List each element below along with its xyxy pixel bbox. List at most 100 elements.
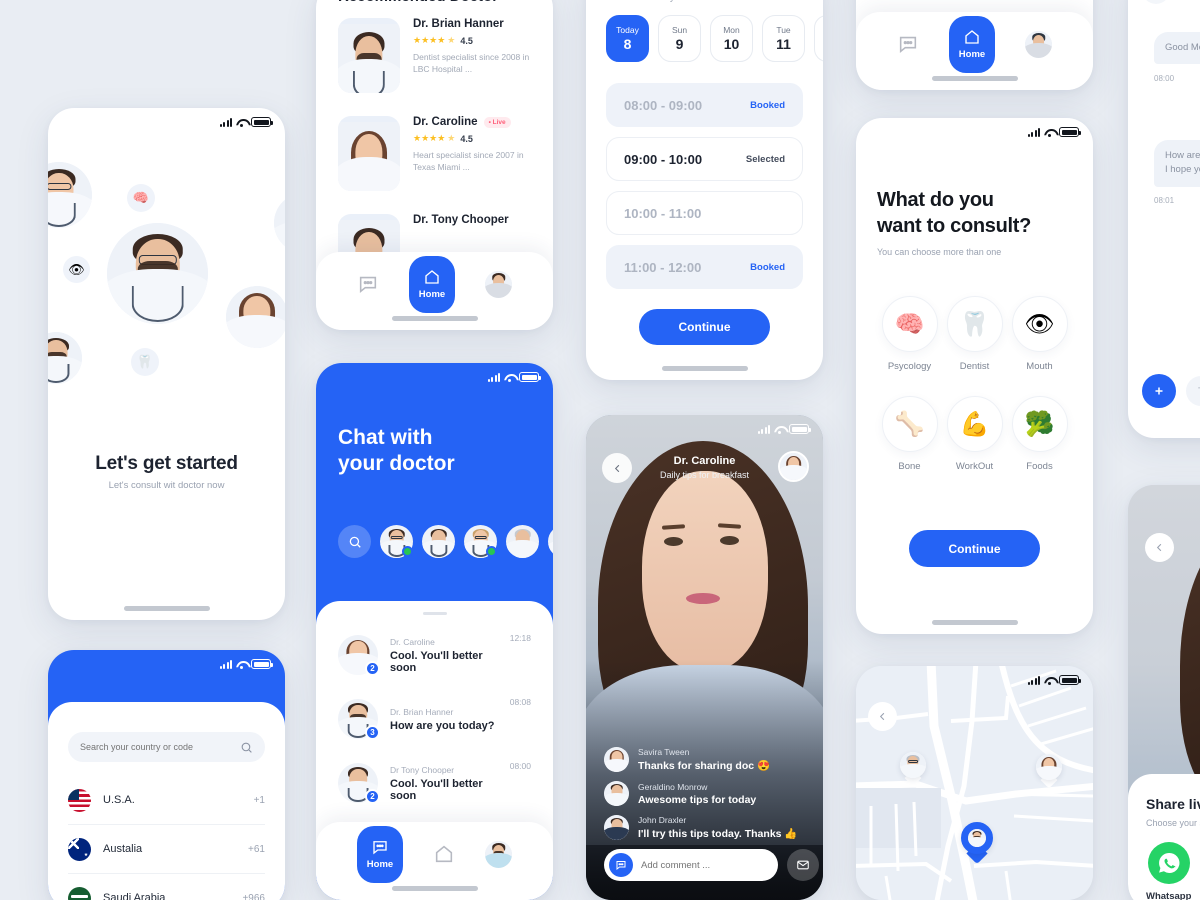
page-title: Let's get started	[95, 453, 238, 474]
list-item[interactable]: 2 Dr. Caroline Cool. You'll better soon …	[316, 623, 553, 687]
avatar	[604, 815, 629, 840]
doctor-bubble-4	[226, 286, 285, 348]
back-button[interactable]	[868, 702, 897, 731]
list-item[interactable]: Saudi Arabia +966	[68, 874, 265, 900]
battery-icon	[789, 424, 811, 434]
signal-icon	[219, 659, 232, 669]
screen-share-live: D Share live Choose your s Whatsapp	[1128, 485, 1200, 900]
day-number: 9	[675, 36, 684, 52]
search-button[interactable]	[338, 525, 371, 558]
map-pin-doctor[interactable]	[900, 752, 926, 787]
story-avatar[interactable]	[506, 525, 539, 558]
search-input[interactable]	[80, 742, 240, 752]
battery-icon	[251, 659, 273, 669]
avatar[interactable]	[485, 840, 512, 868]
screen-chat-list: Chat with your doctor 2 Dr. Caroline Coo…	[316, 363, 553, 900]
map-pin-primary[interactable]	[961, 822, 993, 865]
bone-icon: 🦴	[881, 396, 938, 452]
list-item[interactable]: U.S.A. +1	[68, 776, 265, 825]
category-label: Foods	[1026, 461, 1053, 472]
time-slot[interactable]: 11:00 - 12:00 Booked	[606, 245, 803, 289]
screen-onboarding: 🧠 👁 🦷 Let's get started Let's consult wi…	[48, 108, 285, 620]
story-avatar[interactable]	[464, 525, 497, 558]
slot-time: 11:00 - 12:00	[624, 259, 702, 275]
time-slot[interactable]: 10:00 - 11:00	[606, 191, 803, 235]
sheet-grabber[interactable]	[422, 612, 447, 615]
share-target-whatsapp[interactable]: Whatsapp	[1146, 842, 1191, 900]
flag-saudi-arabia-icon	[68, 886, 91, 900]
screen-nav-snippet: Home	[856, 0, 1093, 90]
category-dentist[interactable]: 🦷 Dentist	[946, 296, 1003, 372]
share-sheet: Share live Choose your s Whatsapp	[1128, 774, 1200, 900]
day-number: 8	[623, 36, 632, 52]
day-chip[interactable]: Tue 11	[762, 15, 805, 62]
rating-stars: ★★★★ ★ 4.5	[413, 133, 535, 144]
avatar[interactable]	[485, 270, 512, 298]
unread-badge: 2	[365, 661, 380, 676]
category-bone[interactable]: 🦴 Bone	[881, 396, 938, 472]
continue-button[interactable]: Continue	[909, 530, 1040, 567]
page-title: Recommended Doctor	[338, 0, 498, 5]
wifi-icon	[236, 118, 247, 127]
day-chip[interactable]: Mon 10	[710, 15, 753, 62]
home-icon[interactable]	[433, 843, 455, 865]
tab-chat[interactable]: Home	[357, 825, 403, 883]
back-button[interactable]	[1145, 533, 1174, 562]
category-foods[interactable]: 🥦 Foods	[1011, 396, 1068, 472]
doctor-name-text: Dr. Tony Chooper	[413, 214, 509, 226]
continue-button[interactable]: Continue	[639, 309, 770, 345]
tab-home-label: Home	[418, 289, 446, 300]
attach-button[interactable]	[1142, 374, 1176, 408]
story-avatar[interactable]	[422, 525, 455, 558]
category-workout[interactable]: 💪 WorkOut	[946, 396, 1003, 472]
list-item[interactable]: 2 Dr Tony Chooper Cool. You'll better so…	[316, 751, 553, 815]
tab-home[interactable]: Home	[949, 15, 995, 73]
comment-list: Savira Tween Thanks for sharing doc 😍 Ge…	[604, 747, 805, 840]
page-title-line1: What do you	[877, 189, 994, 211]
tab-home[interactable]: Home	[409, 255, 455, 313]
screen-chat-thread: Good Morn 08:00 How are yo I hope you 08…	[1128, 0, 1200, 438]
day-chip[interactable]: Wed 12	[814, 15, 823, 62]
back-button[interactable]	[1142, 0, 1170, 4]
avatar[interactable]	[1025, 30, 1052, 58]
avatar[interactable]	[778, 451, 809, 482]
country-search-field[interactable]	[68, 732, 265, 762]
doctor-bubble-2	[274, 193, 285, 253]
country-dial-code: +966	[242, 892, 265, 900]
day-chip[interactable]: Today 8	[606, 15, 649, 62]
search-icon	[349, 536, 361, 548]
online-dot	[402, 546, 413, 557]
doctor-photo	[338, 116, 400, 191]
status-bar	[1027, 675, 1081, 685]
search-icon	[241, 742, 252, 753]
share-target-label: Whatsapp	[1146, 891, 1192, 900]
screen-country-picker: U.S.A. +1 Austalia +61 Saudi Arabia +966	[48, 650, 285, 900]
unread-badge: 3	[365, 725, 380, 740]
time-slot[interactable]: 08:00 - 09:00 Booked	[606, 83, 803, 127]
comment-input[interactable]	[641, 859, 773, 871]
message-time: 08:00	[1154, 74, 1175, 83]
category-mouth[interactable]: 👁 Mouth	[1011, 296, 1068, 372]
time-slot[interactable]: 09:00 - 10:00 Selected	[606, 137, 803, 181]
map-pin-doctor[interactable]	[1036, 754, 1062, 789]
list-item[interactable]: Dr. Brian Hanner ★★★★ ★ 4.5 Dentist spec…	[338, 18, 535, 93]
story-avatar[interactable]	[548, 525, 553, 558]
mail-button[interactable]	[787, 849, 819, 881]
country-list: U.S.A. +1 Austalia +61 Saudi Arabia +966	[68, 776, 265, 900]
list-item[interactable]: Dr. Caroline • Live ★★★★ ★ 4.5 Heart spe…	[338, 116, 535, 191]
message-bubble: How are yo I hope you	[1154, 140, 1200, 187]
chat-bubble-icon[interactable]	[357, 273, 379, 295]
thread-name: Dr. Brian Hanner	[390, 706, 454, 717]
day-weekday: Mon	[723, 25, 740, 35]
comment-input-field[interactable]	[604, 849, 778, 881]
category-psycology[interactable]: 🧠 Psycology	[881, 296, 938, 372]
doctor-bubble-main	[107, 223, 208, 324]
message-input-field[interactable]: T	[1186, 376, 1200, 406]
screen-recommended-doctors: Recommended Doctor Dr. Brian Hanner ★★★★…	[316, 0, 553, 330]
muscle-icon: 💪	[946, 396, 1003, 452]
chat-bubble-icon[interactable]	[897, 33, 919, 55]
story-avatar[interactable]	[380, 525, 413, 558]
list-item[interactable]: 3 Dr. Brian Hanner How are you today? 08…	[316, 687, 553, 751]
day-chip[interactable]: Sun 9	[658, 15, 701, 62]
list-item[interactable]: Austalia +61	[68, 825, 265, 874]
